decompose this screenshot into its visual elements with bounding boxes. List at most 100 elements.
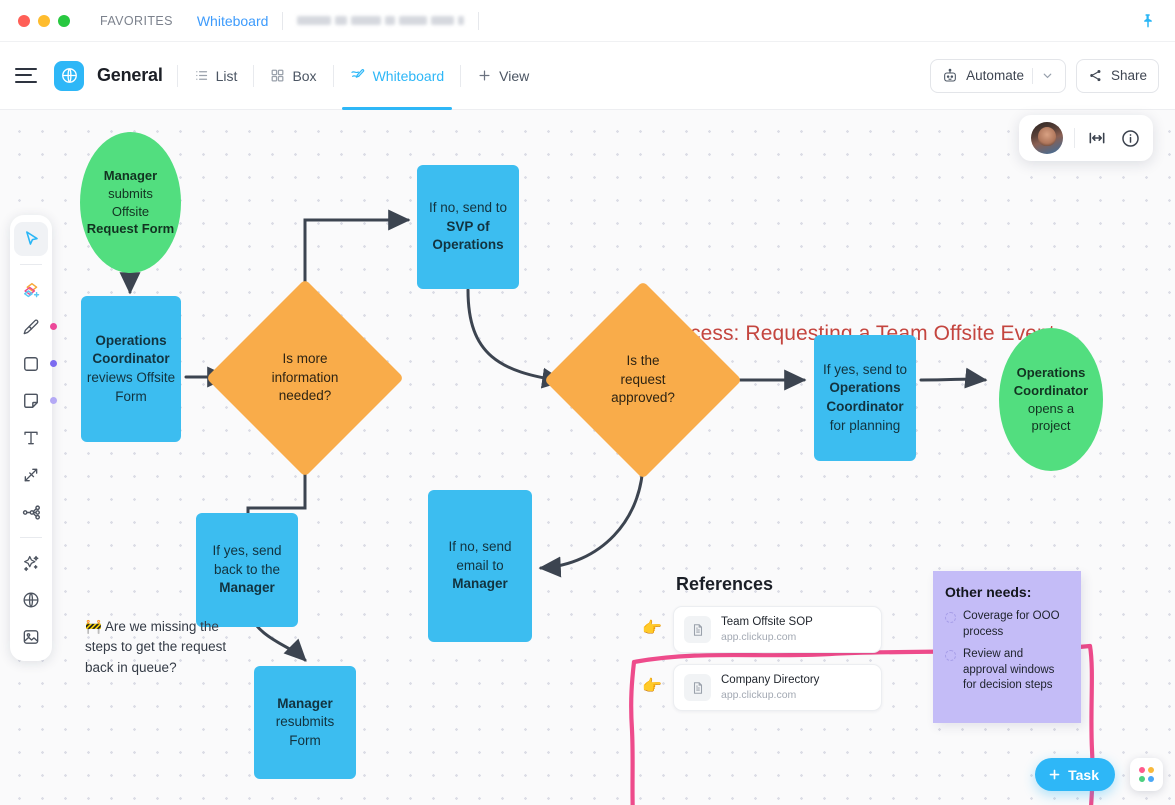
minimize-window-button[interactable] [38,14,50,27]
flow-node-review[interactable]: Operations Coordinator reviews Offsite F… [81,296,181,442]
tab-list[interactable]: List [192,64,240,88]
canvas-collaborators-widget [1019,115,1153,161]
add-task-button[interactable]: Task [1035,758,1115,791]
close-window-button[interactable] [18,14,30,27]
flow-node-send-back[interactable]: If yes, send back to the Manager [196,513,298,627]
pen-color-dot[interactable] [50,323,57,330]
favorites-label: FAVORITES [100,13,173,28]
square-icon [24,357,38,371]
sticky-note-tool[interactable] [14,384,57,418]
titlebar-divider [282,11,284,30]
whiteboard-tool-rail [10,215,57,661]
sidebar-toggle-icon[interactable] [15,67,37,84]
toolbar-divider [460,64,462,87]
add-view-label: View [499,67,530,84]
sticky-checklist-item-1[interactable]: Review and approval windows for decision… [945,647,1069,695]
flow-node-start[interactable]: Manager submits Offsite Request Form [80,132,181,273]
pointer-emoji: 👉 [642,620,662,637]
sticky-color-dot[interactable] [50,397,57,404]
flow-node-svp-text: If no, send to SVP of Operations [428,200,508,253]
window-controls[interactable] [18,14,70,27]
share-label: Share [1110,68,1147,83]
automate-button[interactable]: Automate [930,58,1066,93]
blurred-text-chunk [431,16,455,25]
sticky-item-label: Review and approval windows for decision… [963,647,1055,692]
window-title-bar: FAVORITES Whiteboard [0,0,1175,42]
blurred-text-chunk [335,16,348,25]
apps-grid-button[interactable] [1130,758,1163,791]
document-icon [684,674,711,701]
mindmap-icon [22,504,40,520]
share-button[interactable]: Share [1075,58,1159,93]
image-tool[interactable] [14,620,48,654]
select-tool[interactable] [14,222,48,256]
view-toolbar: General List Box Whiteboard View Automat… [0,42,1175,110]
titlebar-divider [478,11,480,30]
text-tool[interactable] [14,421,48,455]
clickup-whiteboard-app: FAVORITES Whiteboard General List Box Wh… [0,0,1175,805]
shape-color-dot[interactable] [50,360,57,367]
toolbar-divider [176,64,178,87]
flow-node-project[interactable]: Operations Coordinator opens a project [999,328,1103,471]
pen-tool[interactable] [14,310,57,344]
list-icon [195,71,207,80]
pin-icon[interactable] [1139,12,1157,30]
maximize-window-button[interactable] [58,14,70,27]
tab-whiteboard[interactable]: Whiteboard [341,64,452,110]
sticky-note-icon [24,393,38,408]
info-icon[interactable] [1119,127,1141,149]
checkbox-icon[interactable] [945,612,956,623]
plus-icon [479,70,490,81]
add-view-button[interactable]: View [475,64,531,88]
automate-label: Automate [966,68,1024,83]
connector-icon [24,468,38,482]
ai-tool[interactable] [14,546,48,580]
favorite-tab-blurred[interactable] [297,16,465,25]
flow-node-email[interactable]: If no, send email to Manager [428,490,532,642]
shapes-plus-icon [23,282,39,297]
pen-icon [23,319,39,335]
tab-box-label: Box [292,67,317,84]
whiteboard-canvas[interactable]: Process: Requesting a Team Offsite Event… [0,110,1175,805]
tab-box[interactable]: Box [268,64,318,88]
text-icon [24,431,38,445]
shapes-add-tool[interactable] [14,273,48,307]
whiteboard-icon [350,68,364,78]
flow-node-more-info-text: Is more information needed? [271,350,339,404]
checkbox-icon[interactable] [945,649,956,661]
flow-node-plan[interactable]: If yes, send to Operations Coordinator f… [814,335,916,461]
connector-tool[interactable] [14,458,48,492]
toolbar-divider [253,64,255,87]
blurred-text-chunk [385,16,396,25]
document-icon [684,616,711,643]
flow-node-resubmit[interactable]: Manager resubmits Form [254,666,356,779]
flow-node-more-info[interactable]: Is more information needed? [206,279,404,477]
globe-icon [23,592,39,608]
reference-url: app.clickup.com [721,689,797,702]
fit-to-screen-icon[interactable] [1086,127,1108,149]
reference-url: app.clickup.com [721,631,797,644]
blurred-text-chunk [351,16,382,25]
box-icon [272,69,284,82]
flow-node-svp[interactable]: If no, send to SVP of Operations [417,165,519,289]
sticky-note-other-needs[interactable]: Other needs: Coverage for OOO process Re… [933,571,1081,723]
reference-card-0[interactable]: Team Offsite SOP app.clickup.com [673,606,882,653]
blurred-text-chunk [458,16,465,25]
embed-tool[interactable] [14,583,48,617]
plus-icon [1049,769,1060,780]
cursor-icon [26,231,38,245]
sticky-checklist-item-0[interactable]: Coverage for OOO process [945,609,1069,641]
reference-name: Team Offsite SOP [721,615,813,628]
mindmap-tool[interactable] [14,495,48,529]
page-title: General [97,65,163,85]
blurred-text-chunk [297,16,332,25]
avatar[interactable] [1031,122,1063,154]
chevron-down-icon[interactable] [1041,69,1054,82]
shape-tool[interactable] [14,347,57,381]
sticky-item-label: Coverage for OOO process [963,610,1060,638]
globe-icon [54,60,84,91]
favorite-tab-whiteboard[interactable]: Whiteboard [197,13,269,29]
tab-whiteboard-label: Whiteboard [372,67,445,84]
flow-node-approved[interactable]: Is the request approved? [544,281,742,479]
reference-card-1[interactable]: Company Directory app.clickup.com [673,664,882,711]
